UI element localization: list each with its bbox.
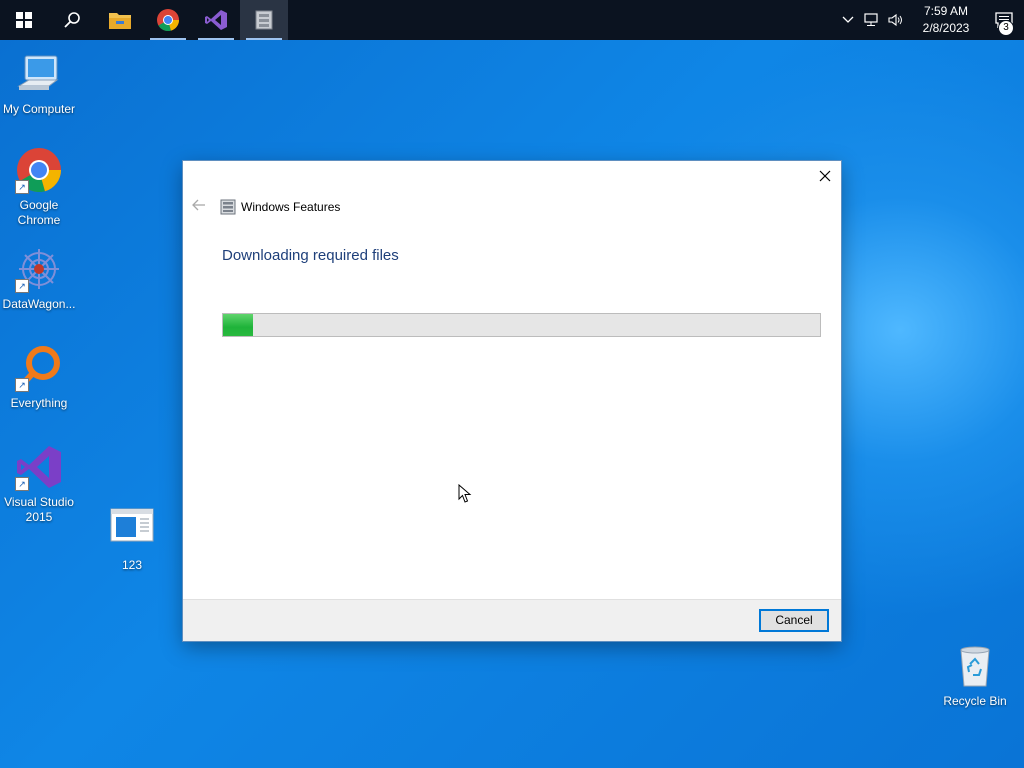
recycle-bin-icon [960,646,990,687]
shortcut-arrow-icon: ↗ [15,378,29,392]
search-icon [64,12,80,28]
document-icon [110,508,154,542]
chevron-up-icon [842,16,854,23]
speaker-icon [888,13,902,27]
taskbar-windows-features[interactable] [240,0,288,40]
shortcut-arrow-icon: ↗ [15,477,29,491]
taskbar-chrome[interactable] [144,0,192,40]
tray-volume[interactable] [884,0,908,40]
action-center-button[interactable]: 3 [984,0,1024,40]
cancel-button[interactable]: Cancel [759,609,829,632]
notification-badge: 3 [998,20,1014,36]
visual-studio-icon [205,10,227,30]
dialog-heading: Downloading required files [222,247,399,264]
desktop-icon-label: Visual Studio 2015 [4,495,74,524]
back-arrow-icon [192,199,205,211]
tray-chevron[interactable] [836,0,860,40]
desktop-icon-label: Google Chrome [17,198,61,227]
desktop-icon-123[interactable]: 123 [93,506,171,573]
desktop-icon-label: My Computer [2,102,76,116]
desktop-icon-recycle-bin[interactable]: Recycle Bin [936,642,1014,709]
computer-icon [17,55,59,90]
windows-features-dialog: Windows Features Downloading required fi… [183,161,841,641]
clock-date: 2/8/2023 [922,21,970,35]
shortcut-arrow-icon: ↗ [15,279,29,293]
windows-features-icon [220,199,236,215]
network-icon [864,13,878,26]
shortcut-arrow-icon: ↗ [15,180,29,194]
taskbar-clock[interactable]: 7:59 AM 2/8/2023 [914,3,978,37]
file-explorer-icon [109,13,131,29]
system-tray: 7:59 AM 2/8/2023 3 [836,0,1024,40]
close-button[interactable] [809,161,841,191]
desktop-icon-everything[interactable]: ↗ Everything [0,344,78,411]
dialog-footer: Cancel [183,599,841,641]
desktop-icon-label: 123 [121,558,143,572]
chrome-icon [157,9,180,32]
windows-features-icon [255,10,273,30]
progress-fill [223,314,253,336]
desktop-icon-google-chrome[interactable]: ↗ Google Chrome [0,146,78,228]
taskbar: 7:59 AM 2/8/2023 3 [0,0,1024,40]
dialog-title: Windows Features [241,200,341,214]
taskbar-visual-studio[interactable] [192,0,240,40]
tray-network[interactable] [860,0,884,40]
desktop-icon-datawagon[interactable]: ↗ DataWagon... [0,245,78,312]
taskbar-file-explorer[interactable] [96,0,144,40]
desktop-icon-visual-studio[interactable]: ↗ Visual Studio 2015 [0,443,78,525]
start-button[interactable] [0,0,48,40]
desktop-icon-label: Everything [10,396,68,410]
dialog-title-row: Windows Features [220,199,340,215]
windows-logo-icon [16,12,32,28]
mouse-cursor-icon [458,484,472,503]
desktop-icon-label: DataWagon... [2,297,76,311]
download-progress-bar [222,313,821,337]
search-button[interactable] [48,0,96,40]
desktop-icon-my-computer[interactable]: My Computer [0,50,78,117]
close-icon [819,170,831,182]
desktop-icon-label: Recycle Bin [943,694,1007,708]
back-button[interactable] [191,197,207,213]
clock-time: 7:59 AM [923,4,969,18]
